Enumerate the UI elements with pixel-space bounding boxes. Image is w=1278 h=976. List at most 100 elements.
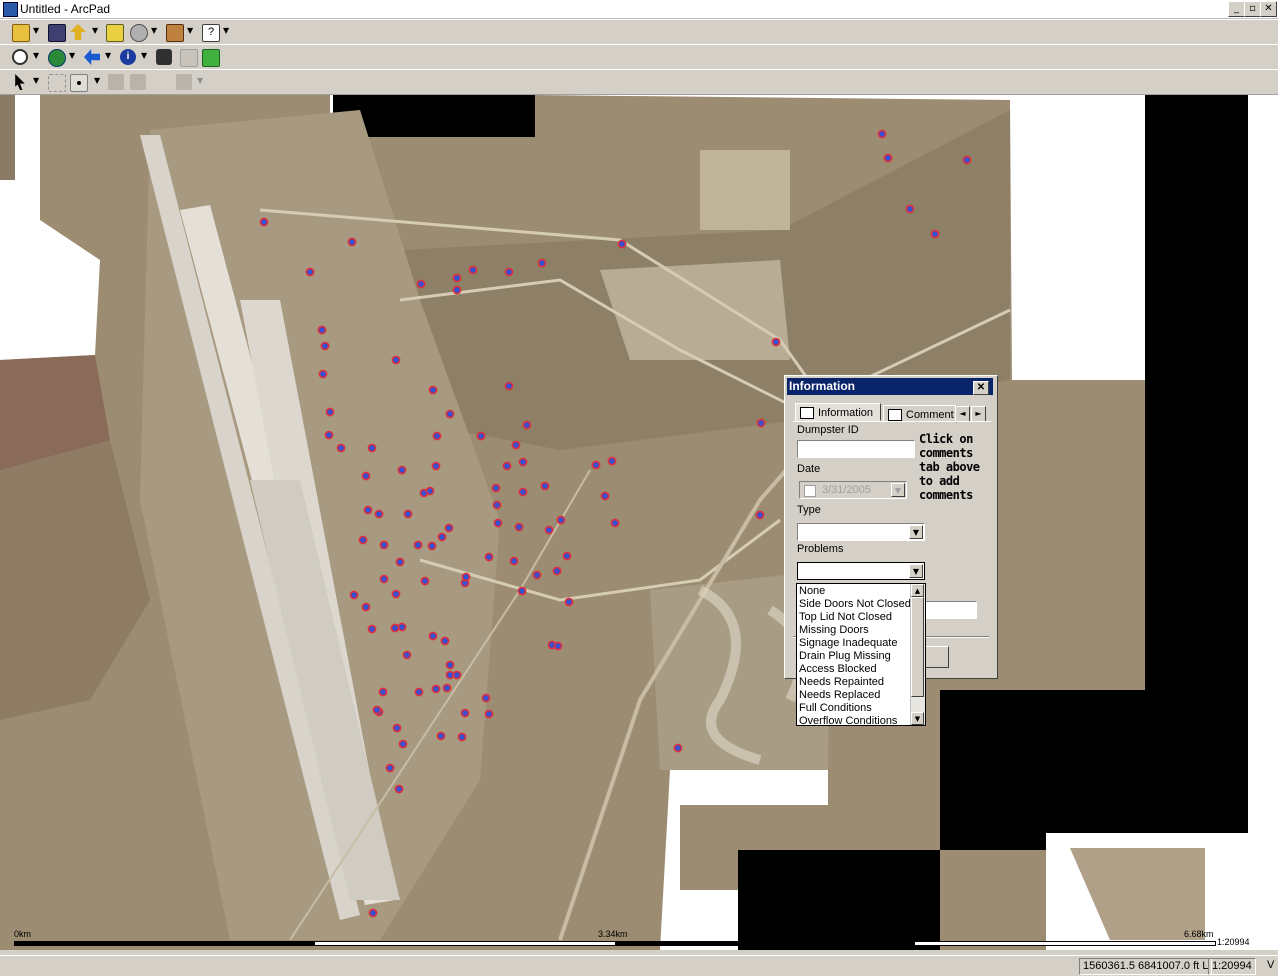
dumpster-point[interactable] <box>317 325 327 335</box>
dumpster-point[interactable] <box>379 540 389 550</box>
dumpster-point[interactable] <box>457 732 467 742</box>
chevron-down-icon[interactable]: ▼ <box>33 26 39 35</box>
dumpster-point[interactable] <box>617 239 627 249</box>
dumpster-point[interactable] <box>358 535 368 545</box>
dumpster-point[interactable] <box>877 129 887 139</box>
add-layer-icon[interactable] <box>70 24 86 40</box>
zoom-in-icon[interactable] <box>12 49 28 65</box>
dumpster-point[interactable] <box>481 693 491 703</box>
dumpster-point[interactable] <box>259 217 269 227</box>
dumpster-point[interactable] <box>504 381 514 391</box>
dumpster-id-input[interactable] <box>797 440 915 458</box>
problems-option[interactable]: Missing Doors <box>799 624 869 637</box>
dumpster-point[interactable] <box>385 763 395 773</box>
dumpster-point[interactable] <box>336 443 346 453</box>
dumpster-point[interactable] <box>428 631 438 641</box>
dumpster-point[interactable] <box>445 670 455 680</box>
dumpster-point[interactable] <box>883 153 893 163</box>
chevron-down-icon[interactable]: ▼ <box>223 26 229 35</box>
dumpster-point[interactable] <box>379 574 389 584</box>
dumpster-point[interactable] <box>363 505 373 515</box>
dumpster-point[interactable] <box>511 440 521 450</box>
dumpster-point[interactable] <box>484 709 494 719</box>
dumpster-point[interactable] <box>440 636 450 646</box>
dumpster-point[interactable] <box>420 576 430 586</box>
chevron-down-icon[interactable]: ▼ <box>33 51 39 60</box>
chevron-down-icon[interactable]: ▼ <box>33 76 39 85</box>
select-area-icon[interactable] <box>48 74 66 92</box>
dumpster-point[interactable] <box>502 461 512 471</box>
scroll-thumb[interactable] <box>911 597 924 697</box>
open-icon[interactable] <box>12 24 30 42</box>
dumpster-point[interactable] <box>361 471 371 481</box>
dumpster-point[interactable] <box>397 622 407 632</box>
gps-icon[interactable] <box>130 24 148 42</box>
dumpster-point[interactable] <box>432 431 442 441</box>
date-dropdown-button[interactable]: ▼ <box>891 483 905 497</box>
dumpster-point[interactable] <box>544 525 554 535</box>
identify-icon[interactable]: i <box>120 49 136 65</box>
dumpster-point[interactable] <box>476 431 486 441</box>
problems-option[interactable]: Signage Inadequate <box>799 637 897 650</box>
point-icon[interactable] <box>70 74 88 92</box>
dumpster-point[interactable] <box>368 908 378 918</box>
dumpster-point[interactable] <box>771 337 781 347</box>
dumpster-point[interactable] <box>452 670 462 680</box>
dumpster-point[interactable] <box>755 510 765 520</box>
problems-option[interactable]: Needs Replaced <box>799 689 880 702</box>
dumpster-point[interactable] <box>673 743 683 753</box>
dumpster-point[interactable] <box>391 355 401 365</box>
dumpster-point[interactable] <box>452 273 462 283</box>
dumpster-point[interactable] <box>347 237 357 247</box>
dumpster-point[interactable] <box>428 385 438 395</box>
problems-option[interactable]: Top Lid Not Closed <box>799 611 892 624</box>
dumpster-point[interactable] <box>610 518 620 528</box>
chevron-down-icon[interactable]: ▼ <box>94 76 100 85</box>
dumpster-point[interactable] <box>452 285 462 295</box>
dumpster-point[interactable] <box>391 589 401 599</box>
dumpster-point[interactable] <box>361 602 371 612</box>
dumpster-point[interactable] <box>394 784 404 794</box>
dumpster-point[interactable] <box>504 267 514 277</box>
dumpster-point[interactable] <box>492 500 502 510</box>
dumpster-point[interactable] <box>397 465 407 475</box>
dumpster-point[interactable] <box>562 551 572 561</box>
dumpster-point[interactable] <box>372 705 382 715</box>
problems-option[interactable]: None <box>799 585 825 598</box>
dumpster-point[interactable] <box>395 557 405 567</box>
help-icon[interactable]: ? <box>202 24 220 42</box>
dumpster-point[interactable] <box>324 430 334 440</box>
problems-dropdown-button[interactable]: ▼ <box>909 564 923 578</box>
dumpster-point[interactable] <box>564 597 574 607</box>
tab-information[interactable]: Information <box>795 403 881 421</box>
dumpster-point[interactable] <box>320 341 330 351</box>
date-picker[interactable]: 3/31/2005 ▼ <box>799 481 907 499</box>
dumpster-point[interactable] <box>392 723 402 733</box>
dumpster-point[interactable] <box>493 518 503 528</box>
dumpster-point[interactable] <box>532 570 542 580</box>
maximize-button[interactable]: ▫ <box>1244 1 1261 17</box>
dumpster-point[interactable] <box>318 369 328 379</box>
dumpster-point[interactable] <box>444 523 454 533</box>
chevron-down-icon[interactable]: ▼ <box>105 51 111 60</box>
problems-option[interactable]: Drain Plug Missing <box>799 650 891 663</box>
dumpster-point[interactable] <box>367 624 377 634</box>
dumpster-point[interactable] <box>416 279 426 289</box>
dumpster-point[interactable] <box>484 552 494 562</box>
dumpster-point[interactable] <box>413 540 423 550</box>
problems-option[interactable]: Overflow Conditions <box>799 715 897 725</box>
dumpster-point[interactable] <box>436 731 446 741</box>
dumpster-point[interactable] <box>905 204 915 214</box>
dumpster-point[interactable] <box>431 461 441 471</box>
save-icon[interactable] <box>48 24 66 42</box>
tools-icon[interactable] <box>166 24 184 42</box>
dumpster-point[interactable] <box>522 420 532 430</box>
problems-option[interactable]: Side Doors Not Closed <box>799 598 911 611</box>
problems-option[interactable]: Full Conditions <box>799 702 872 715</box>
map-view[interactable] <box>0 95 1278 950</box>
tab-scroll-right-button[interactable]: ► <box>971 406 986 422</box>
dumpster-point[interactable] <box>445 409 455 419</box>
dumpster-point[interactable] <box>398 739 408 749</box>
layers-icon[interactable] <box>106 24 124 42</box>
dumpster-point[interactable] <box>425 486 435 496</box>
